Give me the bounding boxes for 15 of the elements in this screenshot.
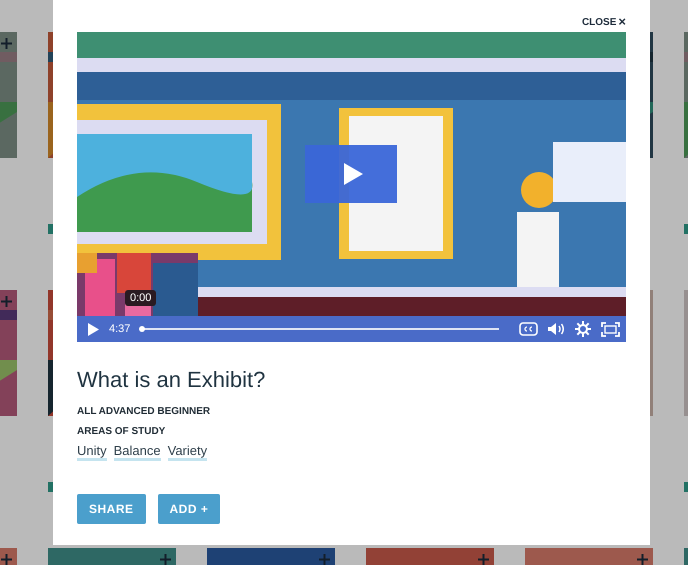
- plus-icon[interactable]: [319, 554, 330, 565]
- plus-icon[interactable]: [1, 554, 12, 565]
- topic-link[interactable]: Balance: [114, 443, 161, 461]
- plus-icon[interactable]: [478, 554, 489, 565]
- topic-link[interactable]: Variety: [168, 443, 208, 461]
- plus-icon[interactable]: [1, 38, 12, 49]
- plus-icon[interactable]: [160, 554, 171, 565]
- plus-icon[interactable]: [1, 296, 12, 307]
- close-button[interactable]: CLOSE×: [582, 16, 626, 28]
- skill-levels: ALL ADVANCED BEGINNER: [77, 406, 210, 417]
- topic-link[interactable]: Unity: [77, 443, 107, 461]
- video-title: What is an Exhibit?: [77, 366, 266, 394]
- close-icon: ×: [618, 17, 626, 27]
- section-heading: AREAS OF STUDY: [77, 426, 166, 437]
- plus-icon[interactable]: [637, 554, 648, 565]
